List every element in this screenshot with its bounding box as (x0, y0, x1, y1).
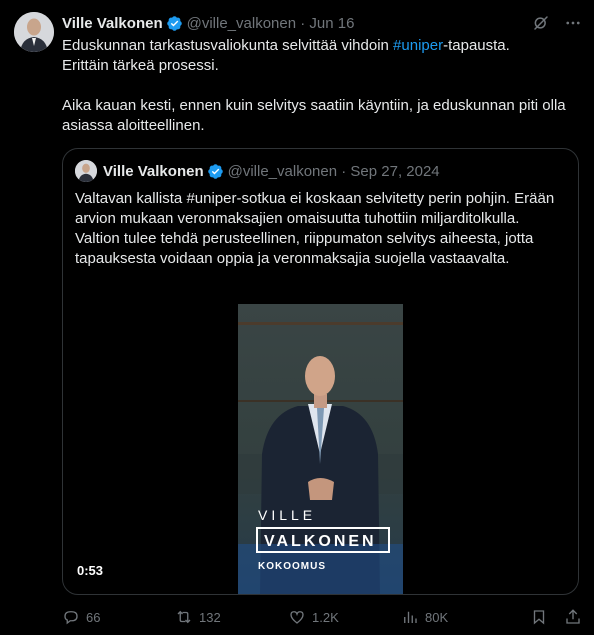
video-player[interactable]: VILLE VALKONEN KOKOOMUS (238, 304, 403, 594)
video-duration: 0:53 (77, 563, 104, 578)
repost-count: 132 (199, 609, 221, 625)
reply-button[interactable]: 66 (62, 608, 175, 626)
quoted-text: Valtavan kallista #uniper-sotkua ei kosk… (75, 190, 555, 267)
like-icon (290, 611, 304, 624)
video-overlay-party: KOKOOMUS (258, 561, 326, 572)
separator-dot: · (337, 162, 351, 180)
quoted-date: Sep 27, 2024 (350, 162, 440, 180)
reply-count: 66 (86, 609, 101, 625)
post-date[interactable]: Jun 16 (309, 15, 354, 32)
quoted-header: Ville Valkonen @ville_valkonen · Sep 27,… (75, 160, 566, 182)
views-icon (404, 611, 417, 623)
grok-icon[interactable] (532, 14, 550, 32)
quoted-avatar (75, 160, 97, 182)
post-text-line-1: Eduskunnan tarkastusvaliokunta selvittää… (62, 36, 577, 56)
share-icon[interactable] (564, 608, 582, 626)
verified-icon (207, 163, 224, 180)
action-bar: 66 132 1.2K 80K (62, 607, 582, 627)
author-handle[interactable]: @ville_valkonen (187, 15, 296, 32)
quoted-author-name: Ville Valkonen (103, 162, 204, 180)
video-overlay-first: VILLE (258, 507, 316, 523)
secondary-actions (530, 608, 582, 626)
views-count: 80K (425, 609, 449, 625)
video-overlay-surname: VALKONEN (264, 533, 377, 550)
post-header: Ville Valkonen @ville_valkonen · Jun 16 (62, 13, 582, 33)
repost-icon (177, 610, 191, 624)
header-actions (532, 14, 582, 32)
separator-dot: · (296, 14, 310, 32)
like-count: 1.2K (312, 609, 339, 625)
post-text-line-2: Erittäin tärkeä prosessi. (62, 57, 219, 74)
post-text: Eduskunnan tarkastusvaliokunta selvittää… (62, 36, 577, 136)
hashtag-link[interactable]: #uniper (393, 37, 443, 54)
avatar[interactable] (14, 12, 54, 52)
repost-button[interactable]: 132 (175, 608, 288, 626)
video-frame: VILLE VALKONEN KOKOOMUS (238, 304, 403, 594)
quoted-tweet[interactable]: Ville Valkonen @ville_valkonen · Sep 27,… (62, 148, 579, 595)
post-text-paragraph-2: Aika kauan kesti, ennen kuin selvitys sa… (62, 97, 566, 134)
text-segment: Eduskunnan tarkastusvaliokunta selvittää… (62, 37, 394, 54)
reply-icon (64, 611, 78, 625)
bookmark-icon[interactable] (530, 608, 548, 626)
tweet[interactable]: Ville Valkonen @ville_valkonen · Jun 16 … (0, 0, 594, 635)
like-button[interactable]: 1.2K (288, 608, 401, 626)
text-segment: -tapausta. (443, 37, 510, 54)
quoted-author-handle: @ville_valkonen (227, 162, 338, 180)
verified-icon (166, 15, 183, 32)
author-name[interactable]: Ville Valkonen (62, 15, 163, 32)
more-icon[interactable] (564, 14, 582, 32)
views-button[interactable]: 80K (401, 608, 511, 626)
